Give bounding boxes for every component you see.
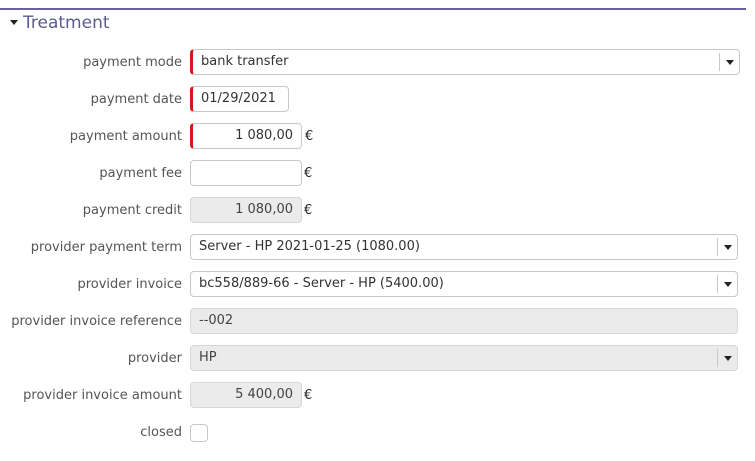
provider-invoice-amount-field: 5 400,00: [190, 382, 302, 408]
chevron-down-icon[interactable]: [717, 238, 737, 256]
payment-amount-currency: €: [305, 129, 314, 144]
provider-payment-term-select[interactable]: Server - HP 2021-01-25 (1080.00): [190, 234, 738, 260]
caret-down-icon[interactable]: [10, 20, 18, 25]
treatment-panel: Treatment payment mode bank transfer pay…: [0, 0, 755, 461]
payment-credit-label: payment credit: [82, 203, 182, 218]
payment-credit-currency: €: [304, 203, 313, 218]
payment-credit-value: 1 080,00: [235, 202, 293, 217]
provider-invoice-label: provider invoice: [77, 277, 182, 292]
payment-amount-input[interactable]: 1 080,00: [190, 123, 302, 149]
payment-amount-label: payment amount: [69, 129, 182, 144]
provider-invoice-amount-label: provider invoice amount: [23, 388, 182, 403]
payment-date-label: payment date: [90, 92, 182, 107]
provider-invoice-reference-label: provider invoice reference: [11, 314, 182, 329]
payment-fee-currency: €: [304, 166, 313, 181]
provider-payment-term-label: provider payment term: [30, 240, 182, 255]
payment-amount-value: 1 080,00: [235, 128, 293, 143]
provider-invoice-amount-value: 5 400,00: [235, 387, 293, 402]
provider-label: provider: [127, 351, 182, 366]
row-provider-invoice: provider invoice bc558/889-66 - Server -…: [0, 271, 755, 299]
chevron-down-icon[interactable]: [719, 53, 739, 71]
payment-mode-value: bank transfer: [201, 54, 289, 69]
section-title: Treatment: [23, 13, 110, 33]
row-provider-invoice-amount: provider invoice amount 5 400,00 €: [0, 382, 755, 410]
provider-invoice-amount-currency: €: [304, 388, 313, 403]
payment-mode-label: payment mode: [83, 55, 182, 70]
row-payment-date: payment date 01/29/2021: [0, 86, 755, 114]
provider-invoice-select[interactable]: bc558/889-66 - Server - HP (5400.00): [190, 271, 738, 297]
row-payment-mode: payment mode bank transfer: [0, 49, 755, 77]
row-provider-invoice-reference: provider invoice reference --002: [0, 308, 755, 336]
row-payment-amount: payment amount 1 080,00 €: [0, 123, 755, 151]
row-payment-fee: payment fee €: [0, 160, 755, 188]
payment-fee-label: payment fee: [99, 166, 182, 181]
provider-select: HP: [190, 345, 738, 371]
row-provider: provider HP: [0, 345, 755, 373]
chevron-down-icon[interactable]: [717, 275, 737, 293]
payment-credit-field: 1 080,00: [190, 197, 302, 223]
section-header[interactable]: Treatment: [0, 8, 746, 37]
provider-invoice-reference-value: --002: [199, 313, 234, 328]
closed-label: closed: [140, 425, 182, 440]
row-closed: closed: [0, 419, 755, 447]
payment-date-value: 01/29/2021: [201, 91, 276, 106]
provider-value: HP: [199, 350, 217, 365]
provider-invoice-value: bc558/889-66 - Server - HP (5400.00): [199, 276, 444, 291]
payment-mode-select[interactable]: bank transfer: [190, 49, 740, 75]
closed-checkbox[interactable]: [190, 424, 208, 442]
row-provider-payment-term: provider payment term Server - HP 2021-0…: [0, 234, 755, 262]
payment-date-input[interactable]: 01/29/2021: [190, 86, 289, 112]
provider-invoice-reference-field: --002: [190, 308, 738, 334]
provider-payment-term-value: Server - HP 2021-01-25 (1080.00): [199, 239, 420, 254]
row-payment-credit: payment credit 1 080,00 €: [0, 197, 755, 225]
payment-fee-input[interactable]: [190, 160, 302, 186]
chevron-down-icon: [717, 349, 737, 367]
